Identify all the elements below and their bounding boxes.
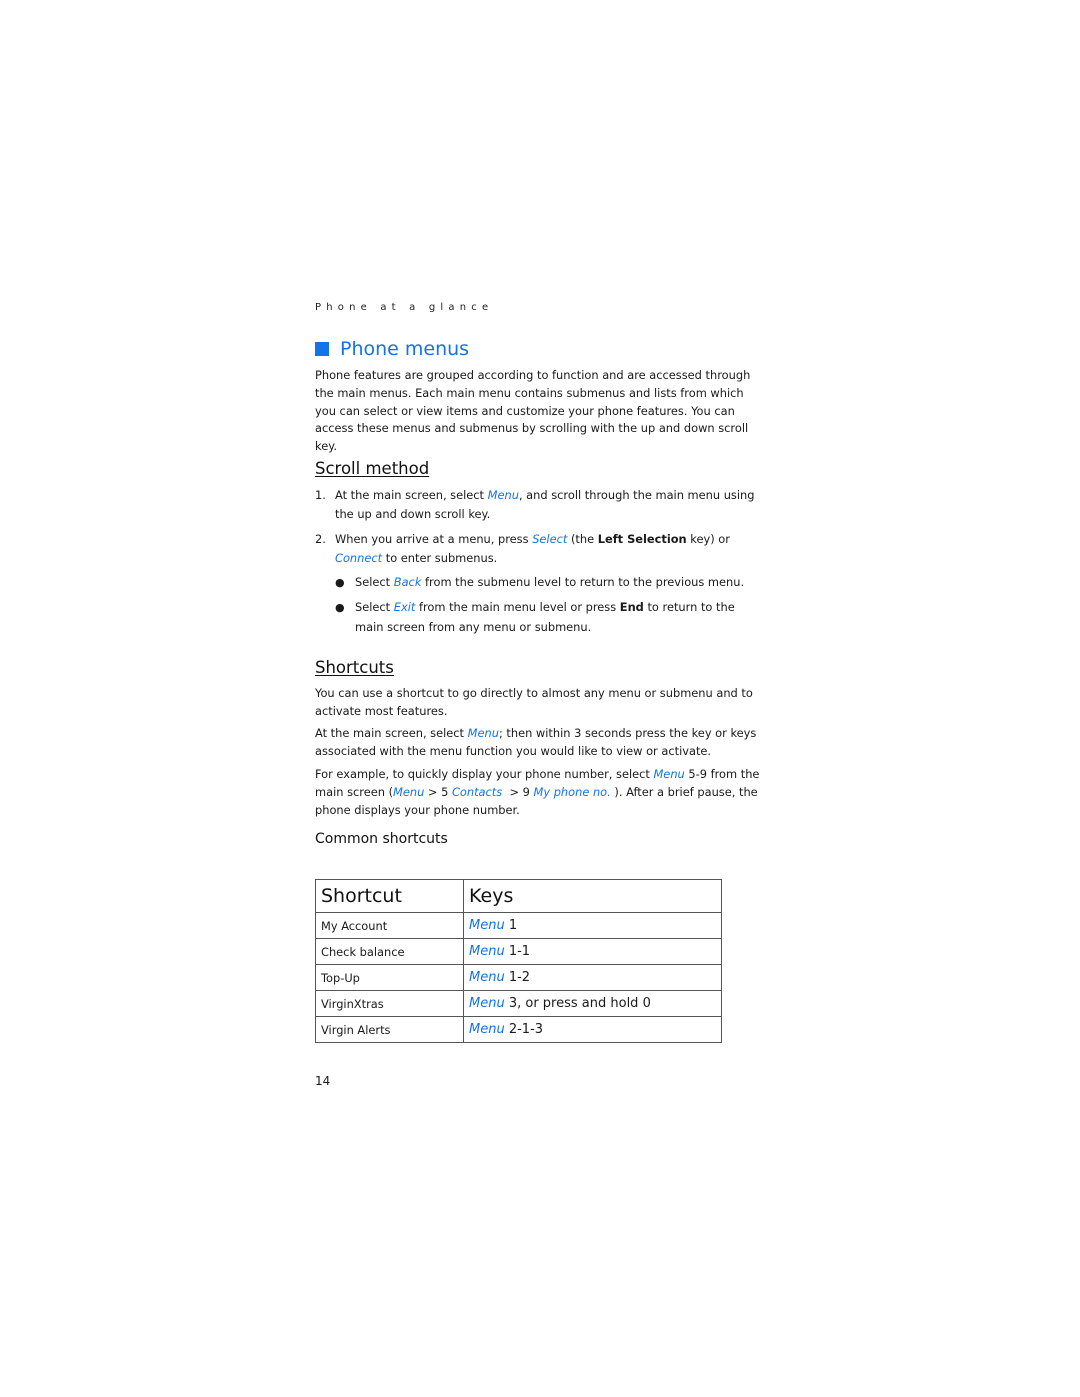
connect-link[interactable]: Connect — [335, 551, 382, 565]
bullet-icon: ● — [335, 601, 345, 614]
table-row: Check balance Menu 1-1 — [315, 938, 722, 965]
bullet-icon: ● — [335, 576, 345, 589]
menu-link[interactable]: Menu — [469, 918, 505, 933]
table-row: My Account Menu 1 — [315, 912, 722, 939]
select-link[interactable]: Select — [532, 532, 567, 546]
table-row: VirginXtras Menu 3, or press and hold 0 — [315, 990, 722, 1017]
table-row: Top-Up Menu 1-2 — [315, 964, 722, 991]
shortcut-cell: Check balance — [315, 938, 464, 965]
table-header-row: Shortcut Keys — [315, 879, 722, 913]
section-intro: Phone features are grouped according to … — [315, 368, 751, 454]
my-phone-no-link[interactable]: My phone no. — [534, 785, 611, 799]
page-number: 14 — [315, 1074, 331, 1088]
menu-link[interactable]: Menu — [653, 767, 684, 781]
back-link[interactable]: Back — [394, 575, 422, 589]
menu-link[interactable]: Menu — [488, 488, 519, 502]
scroll-method-heading: Scroll method — [315, 459, 430, 478]
table-row: Virgin Alerts Menu 2-1-3 — [315, 1016, 722, 1043]
running-head: Phone at a glance — [315, 302, 494, 313]
contacts-link[interactable]: Contacts — [452, 785, 502, 799]
column-header-shortcut: Shortcut — [315, 879, 464, 913]
shortcut-cell: My Account — [315, 912, 464, 939]
keys-cell: Menu 3, or press and hold 0 — [463, 990, 722, 1017]
end-key-label: End — [619, 600, 644, 614]
shortcuts-para-1: You can use a shortcut to go directly to… — [315, 686, 753, 718]
section-title: Phone menus — [340, 338, 470, 360]
keys-cell: Menu 1-2 — [463, 964, 722, 991]
shortcut-cell: VirginXtras — [315, 990, 464, 1017]
menu-link[interactable]: Menu — [469, 996, 505, 1011]
menu-link[interactable]: Menu — [393, 785, 424, 799]
section-heading: Phone menus — [315, 338, 469, 360]
menu-link[interactable]: Menu — [469, 944, 505, 959]
shortcuts-table: Shortcut Keys My Account Menu 1 Check ba… — [315, 879, 722, 1043]
column-header-keys: Keys — [463, 879, 722, 913]
exit-link[interactable]: Exit — [394, 600, 416, 614]
shortcut-cell: Top-Up — [315, 964, 464, 991]
heading-square-icon — [315, 342, 329, 356]
keys-cell: Menu 2-1-3 — [463, 1016, 722, 1043]
shortcut-cell: Virgin Alerts — [315, 1016, 464, 1043]
left-selection-key-label: Left Selection — [597, 532, 687, 546]
menu-link[interactable]: Menu — [469, 970, 505, 985]
shortcuts-heading: Shortcuts — [315, 658, 394, 677]
keys-cell: Menu 1-1 — [463, 938, 722, 965]
menu-link[interactable]: Menu — [469, 1022, 505, 1037]
shortcuts-para-2: At the main screen, select Menu; then wi… — [315, 726, 757, 758]
keys-cell: Menu 1 — [463, 912, 722, 939]
shortcuts-para-3: For example, to quickly display your pho… — [315, 767, 760, 817]
common-shortcuts-heading: Common shortcuts — [315, 831, 448, 847]
menu-link[interactable]: Menu — [468, 726, 499, 740]
